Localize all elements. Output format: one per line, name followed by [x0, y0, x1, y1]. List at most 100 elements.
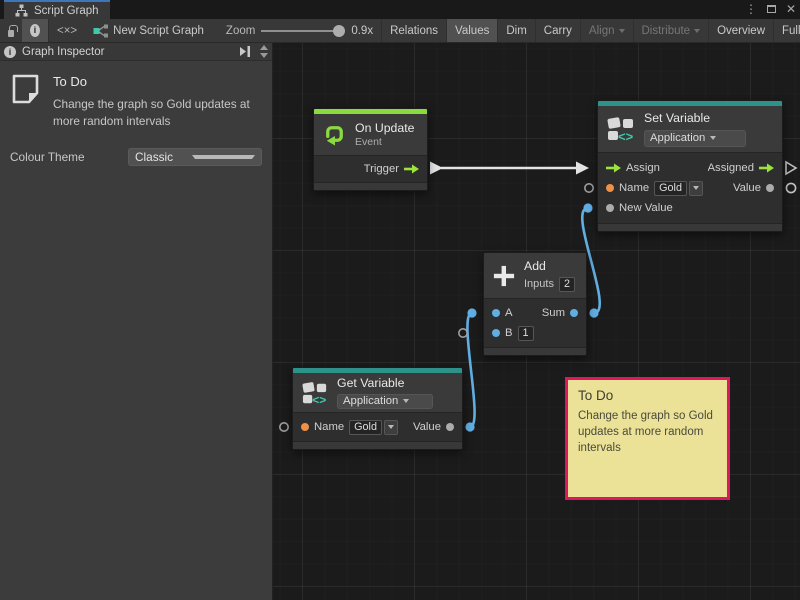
wire-endpoint: [589, 308, 598, 317]
zoom-slider[interactable]: [261, 25, 343, 37]
variable-name-value[interactable]: Gold: [654, 181, 687, 196]
on-update-header[interactable]: On Update Event: [314, 114, 427, 156]
node-get-variable[interactable]: <> Get Variable Application Name Gold: [292, 367, 463, 450]
port-dot[interactable]: [606, 204, 614, 212]
todo-description: Change the graph so Gold updates at more…: [53, 96, 258, 130]
node-footer: [484, 348, 586, 355]
trigger-output-port[interactable]: Trigger: [314, 159, 427, 179]
script-graph-icon: [15, 4, 28, 17]
new-script-graph-button[interactable]: New Script Graph: [85, 19, 212, 43]
port-dot[interactable]: [766, 184, 774, 192]
node-title: On Update: [355, 121, 414, 136]
node-footer: [598, 224, 782, 231]
port-dot[interactable]: [446, 423, 454, 431]
node-subtitle: Event: [355, 136, 414, 149]
caret-down-icon: [403, 399, 409, 403]
node-on-update[interactable]: On Update Event Trigger: [313, 108, 428, 191]
port-label: A: [505, 307, 513, 319]
flow-wire-end-arrow: [576, 162, 589, 175]
port-label: B: [505, 327, 513, 339]
caret-box: [384, 420, 398, 435]
port-label: New Value: [619, 202, 673, 214]
variable-name-value[interactable]: Gold: [349, 420, 382, 435]
node-title: Get Variable: [337, 376, 433, 391]
scope-dropdown[interactable]: Application: [337, 394, 433, 409]
tab-script-graph[interactable]: Script Graph: [4, 0, 110, 19]
close-icon[interactable]: ✕: [786, 3, 796, 15]
window-menu-icon[interactable]: ⋮: [745, 3, 757, 15]
panel-scroll-spinner[interactable]: [260, 45, 268, 58]
port-dot[interactable]: [492, 309, 500, 317]
align-button[interactable]: Align: [581, 19, 634, 43]
flow-arrow-icon: [606, 163, 621, 173]
dim-button[interactable]: Dim: [498, 19, 535, 43]
lock-button[interactable]: [0, 19, 22, 43]
value-wire-get-to-add[interactable]: [467, 313, 474, 427]
variables-button[interactable]: <×>: [49, 19, 85, 43]
node-footer: [293, 442, 462, 449]
add-ports: A Sum B 1: [484, 299, 586, 348]
distribute-label: Distribute: [642, 25, 691, 37]
relations-button[interactable]: Relations: [381, 19, 447, 43]
name-port-row[interactable]: Name Gold Value: [293, 417, 462, 437]
caret-box: [689, 181, 703, 196]
get-variable-header[interactable]: <> Get Variable Application: [293, 373, 462, 413]
set-variable-ports: Assign Assigned Name Gold Value: [598, 153, 782, 224]
unconnected-port-marker: [786, 183, 795, 192]
caret-down-icon: [693, 186, 699, 190]
caret-down-icon: [694, 29, 700, 33]
caret-down-icon: [192, 155, 255, 159]
port-label: Assign: [626, 162, 660, 174]
carry-label: Carry: [544, 25, 572, 37]
variable-name-dropdown[interactable]: Gold: [349, 420, 398, 435]
values-button[interactable]: Values: [447, 19, 498, 43]
scroll-up-icon[interactable]: [260, 45, 268, 50]
zoom-label: Zoom: [226, 25, 255, 37]
caret-down-icon: [619, 29, 625, 33]
scope-dropdown[interactable]: Application: [644, 130, 746, 147]
overview-label: Overview: [717, 25, 765, 37]
colour-theme-label: Colour Theme: [10, 150, 128, 164]
node-footer: [314, 183, 427, 190]
variable-name-dropdown[interactable]: Gold: [654, 181, 703, 196]
input-b-row[interactable]: B 1: [484, 323, 586, 343]
inspector-toggle-button[interactable]: i: [22, 19, 49, 43]
dock-panel-icon[interactable]: [240, 45, 251, 58]
carry-button[interactable]: Carry: [536, 19, 581, 43]
flow-wire-start-arrow: [430, 162, 443, 175]
name-port-row[interactable]: Name Gold Value: [598, 178, 782, 198]
scope-value: Application: [343, 395, 398, 407]
unconnected-port-marker: [459, 329, 467, 337]
set-variable-header[interactable]: <> Set Variable Application: [598, 106, 782, 153]
wire-endpoint: [465, 422, 474, 431]
overview-button[interactable]: Overview: [709, 19, 774, 43]
zoom-slider-thumb[interactable]: [333, 25, 345, 37]
colour-theme-dropdown[interactable]: Classic: [128, 148, 262, 166]
port-dot[interactable]: [301, 423, 309, 431]
assign-port-row[interactable]: Assign Assigned: [598, 158, 782, 178]
scope-value: Application: [650, 132, 705, 144]
full-screen-button[interactable]: Full S: [774, 19, 800, 43]
node-set-variable[interactable]: <> Set Variable Application Assign Ass: [597, 100, 783, 232]
input-a-row[interactable]: A Sum: [484, 303, 586, 323]
wire-endpoint: [583, 203, 592, 212]
sticky-note-title: To Do: [578, 388, 717, 403]
zoom-control: Zoom 0.9x: [226, 25, 381, 37]
sticky-note[interactable]: To Do Change the graph so Gold updates a…: [565, 377, 730, 500]
inputs-count-field[interactable]: 2: [559, 277, 575, 292]
graph-canvas[interactable]: On Update Event Trigger: [273, 43, 800, 600]
unconnected-port-marker: [280, 423, 288, 431]
svg-text:<>: <>: [618, 129, 634, 143]
port-dot[interactable]: [492, 329, 500, 337]
add-header[interactable]: Add Inputs 2: [484, 253, 586, 299]
distribute-button[interactable]: Distribute: [634, 19, 710, 43]
b-value-field[interactable]: 1: [518, 326, 534, 341]
port-dot[interactable]: [570, 309, 578, 317]
maximize-icon[interactable]: [767, 5, 776, 13]
port-dot[interactable]: [606, 184, 614, 192]
new-value-port-row[interactable]: New Value: [598, 198, 782, 218]
sticky-note-text: Change the graph so Gold updates at more…: [578, 408, 718, 456]
scroll-down-icon[interactable]: [260, 53, 268, 58]
node-add[interactable]: Add Inputs 2 A Sum B 1: [483, 252, 587, 356]
caret-down-icon: [388, 425, 394, 429]
